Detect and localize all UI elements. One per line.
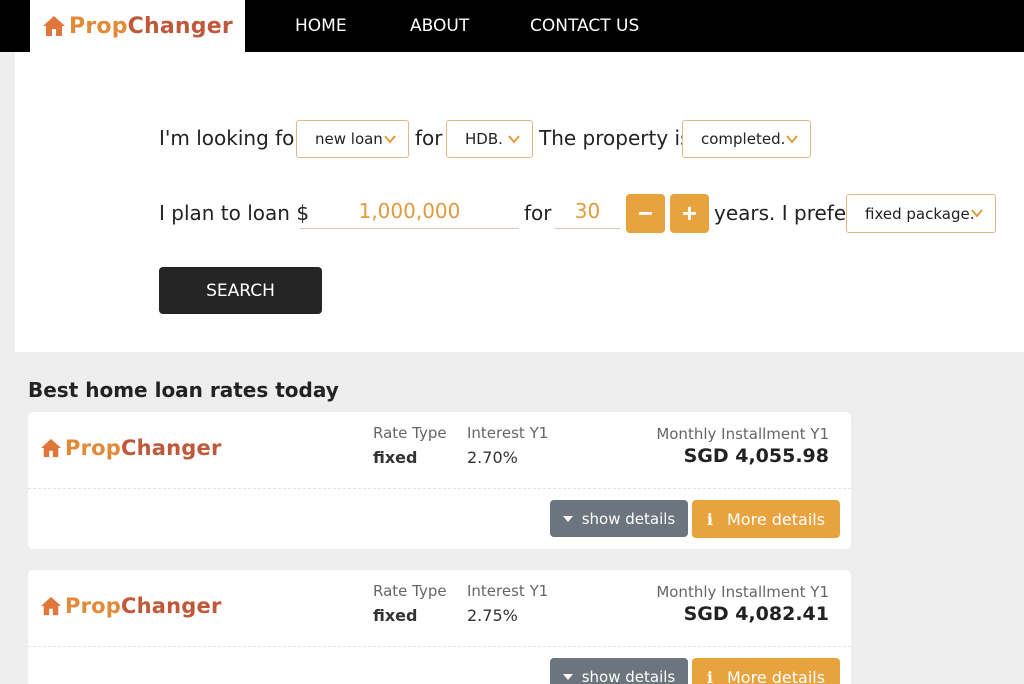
plan-to-loan-label: I plan to loan $ [159, 201, 310, 225]
property-status-value: completed. [701, 130, 786, 148]
lender-word-changer: Changer [121, 436, 222, 460]
chevron-down-icon [384, 135, 396, 144]
house-logo-icon [41, 438, 61, 458]
rate-type-label: Rate Type [373, 582, 447, 600]
lender-word-changer: Changer [121, 594, 222, 618]
more-details-button[interactable]: i More details [692, 500, 840, 538]
interest-label: Interest Y1 [467, 582, 549, 600]
lender-word-prop: Prop [65, 436, 122, 460]
card-divider [28, 488, 851, 489]
for-label: for [415, 126, 443, 150]
loan-amount-input[interactable]: 1,000,000 [300, 195, 519, 229]
loan-type-value: new loan [315, 130, 383, 148]
looking-for-label: I'm looking for [159, 126, 303, 150]
section-title: Best home loan rates today [28, 378, 339, 402]
nav-contact-link[interactable]: CONTACT US [530, 16, 639, 36]
years-increment-button[interactable]: + [670, 194, 709, 233]
loan-type-select[interactable]: new loan [296, 120, 409, 158]
lender-logo: Prop Changer [40, 436, 222, 460]
show-details-label: show details [581, 667, 676, 684]
installment-value: SGD 4,082.41 [683, 603, 829, 625]
package-value: fixed package. [865, 204, 975, 223]
property-status-select[interactable]: completed. [682, 120, 811, 158]
interest-label: Interest Y1 [467, 424, 549, 442]
installment-label: Monthly Installment Y1 [656, 583, 829, 601]
caret-down-icon [562, 673, 573, 680]
nav-home-link[interactable]: HOME [295, 16, 347, 36]
result-card: Prop Changer Rate Type fixed Interest Y1 … [28, 570, 851, 684]
installment-label: Monthly Installment Y1 [656, 425, 829, 443]
main-nav: HOME ABOUT CONTACT US [0, 0, 1024, 52]
chevron-down-icon [508, 135, 520, 144]
card-divider [28, 646, 851, 647]
lender-word-prop: Prop [65, 594, 122, 618]
package-select[interactable]: fixed package. [846, 194, 996, 233]
show-details-button[interactable]: show details [550, 500, 688, 537]
house-logo-icon [41, 596, 61, 616]
interest-value: 2.75% [467, 606, 518, 625]
chevron-down-icon [786, 135, 798, 144]
chevron-down-icon [971, 209, 983, 218]
more-details-label: More details [727, 667, 826, 684]
prefer-label: years. I prefer [714, 201, 855, 225]
property-type-select[interactable]: HDB. [446, 120, 533, 158]
loan-years-input[interactable]: 30 [555, 195, 620, 229]
more-details-button[interactable]: i More details [692, 658, 840, 684]
more-details-label: More details [727, 509, 826, 529]
for-years-label: for [524, 201, 552, 225]
rate-type-label: Rate Type [373, 424, 447, 442]
years-decrement-button[interactable]: − [626, 194, 665, 233]
caret-down-icon [562, 515, 573, 522]
property-is-label: The property is [539, 126, 691, 150]
property-type-value: HDB. [465, 130, 503, 148]
nav-about-link[interactable]: ABOUT [410, 16, 469, 36]
result-card: Prop Changer Rate Type fixed Interest Y1 … [28, 412, 851, 549]
lender-logo: Prop Changer [40, 594, 222, 618]
rate-type-value: fixed [373, 606, 418, 625]
interest-value: 2.70% [467, 448, 518, 467]
installment-value: SGD 4,055.98 [683, 445, 829, 467]
info-icon: i [706, 509, 713, 529]
show-details-label: show details [581, 509, 676, 528]
rate-type-value: fixed [373, 448, 418, 467]
search-button[interactable]: SEARCH [159, 267, 322, 314]
info-icon: i [706, 667, 713, 684]
top-navbar: Prop Changer HOME ABOUT CONTACT US [0, 0, 1024, 52]
show-details-button[interactable]: show details [550, 658, 688, 684]
